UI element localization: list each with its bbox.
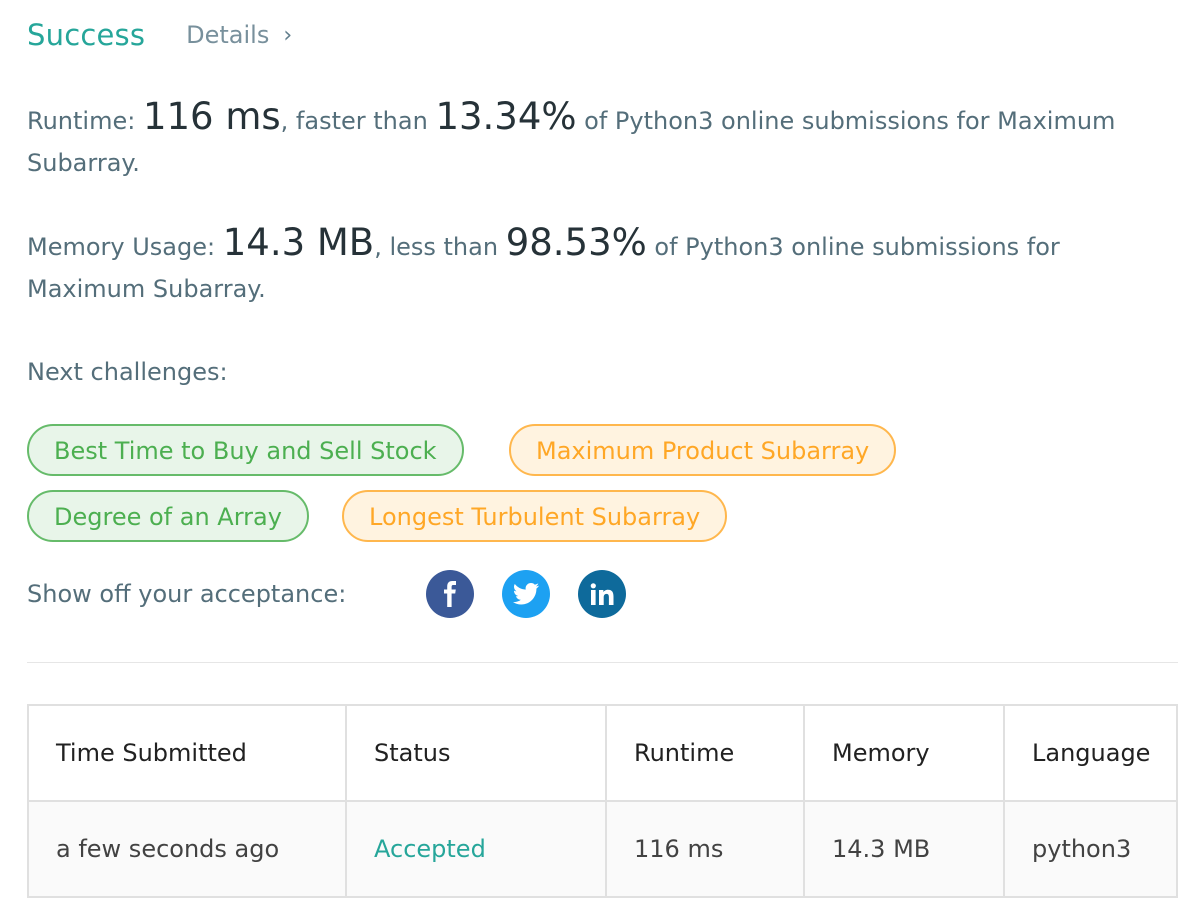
table-row[interactable]: a few seconds ago Accepted 116 ms 14.3 M…	[27, 800, 1178, 898]
chevron-right-icon: ›	[283, 22, 293, 48]
next-challenges-label: Next challenges:	[27, 358, 228, 386]
details-label: Details	[186, 21, 270, 49]
memory-value: 14.3 MB	[222, 221, 375, 264]
details-link[interactable]: Details ›	[186, 21, 292, 49]
challenge-tag[interactable]: Degree of an Array	[27, 490, 309, 542]
column-header: Status	[345, 704, 607, 802]
runtime-label: Runtime:	[27, 107, 143, 135]
table-cell-time: a few seconds ago	[27, 800, 347, 898]
memory-label: Memory Usage:	[27, 233, 223, 261]
twitter-icon[interactable]	[502, 570, 550, 618]
table-cell-language: python3	[1003, 800, 1178, 898]
facebook-icon[interactable]	[426, 570, 474, 618]
memory-stat: Memory Usage: 14.3 MB, less than 98.53% …	[27, 222, 1178, 310]
column-header: Time Submitted	[27, 704, 347, 802]
share-icons	[27, 570, 727, 618]
runtime-percent: 13.34%	[435, 95, 577, 138]
memory-percent: 98.53%	[505, 221, 647, 264]
submissions-table: Time Submitted Status Runtime Memory Lan…	[27, 704, 1178, 898]
table-header-row: Time Submitted Status Runtime Memory Lan…	[27, 704, 1178, 802]
runtime-mid: , faster than	[280, 107, 436, 135]
result-header: Success Details ›	[27, 18, 292, 52]
table-cell-runtime: 116 ms	[605, 800, 805, 898]
challenge-tag[interactable]: Maximum Product Subarray	[509, 424, 897, 476]
challenge-tag[interactable]: Best Time to Buy and Sell Stock	[27, 424, 464, 476]
column-header: Memory	[803, 704, 1005, 802]
challenge-tag[interactable]: Longest Turbulent Subarray	[342, 490, 728, 542]
divider	[27, 662, 1178, 663]
status-title: Success	[27, 18, 146, 52]
column-header: Runtime	[605, 704, 805, 802]
column-header: Language	[1003, 704, 1178, 802]
runtime-value: 116 ms	[142, 95, 281, 138]
memory-mid: , less than	[374, 233, 506, 261]
table-cell-status-link[interactable]: Accepted	[345, 800, 607, 898]
runtime-stat: Runtime: 116 ms, faster than 13.34% of P…	[27, 96, 1178, 184]
table-cell-memory: 14.3 MB	[803, 800, 1005, 898]
linkedin-icon[interactable]	[578, 570, 626, 618]
